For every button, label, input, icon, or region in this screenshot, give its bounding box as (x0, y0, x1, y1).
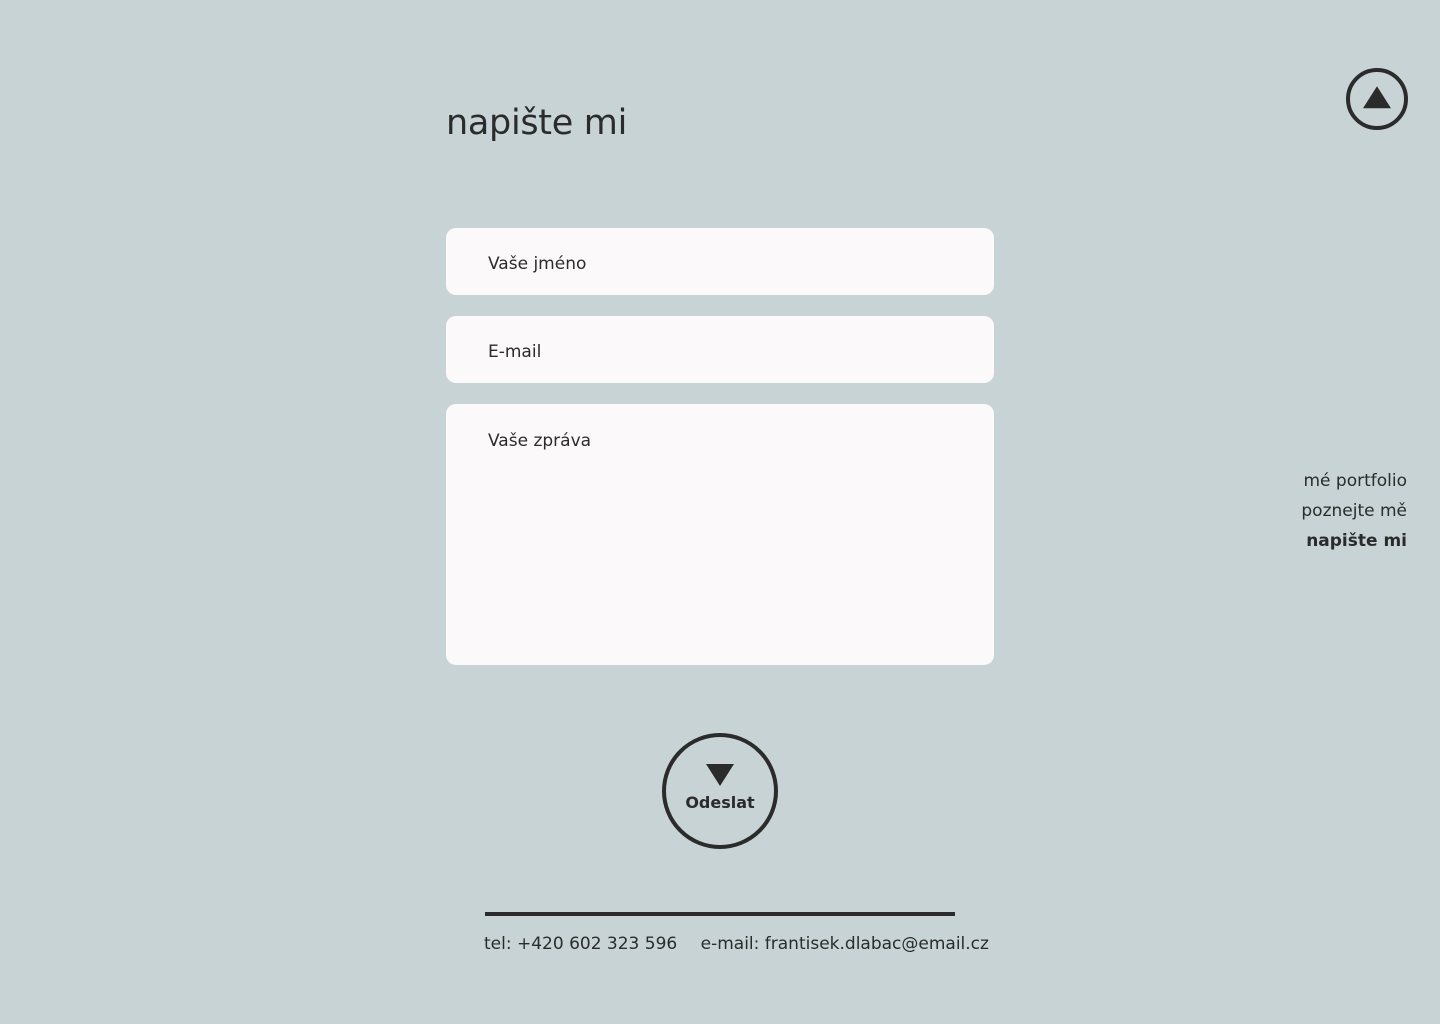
email-input[interactable] (446, 316, 994, 383)
footer-phone: tel: +420 602 323 596 (484, 934, 678, 954)
submit-button[interactable]: Odeslat (662, 733, 778, 849)
nav-item-contact[interactable]: napište mi (1301, 526, 1407, 556)
scroll-to-top-button[interactable] (1346, 68, 1408, 130)
footer-email: e-mail: frantisek.dlabac@email.cz (700, 934, 989, 954)
message-field-container (446, 404, 994, 665)
nav-item-portfolio[interactable]: mé portfolio (1301, 466, 1407, 496)
name-field-container (446, 228, 994, 295)
page-title: napište mi (446, 103, 628, 143)
submit-label: Odeslat (685, 793, 755, 812)
triangle-up-icon (1363, 86, 1391, 109)
side-nav: mé portfolio poznejte mě napište mi (1301, 466, 1407, 556)
name-input[interactable] (446, 228, 994, 295)
footer-divider (485, 912, 955, 916)
email-field-container (446, 316, 994, 383)
message-textarea[interactable] (446, 404, 994, 665)
triangle-down-icon (706, 764, 734, 786)
nav-item-about[interactable]: poznejte mě (1301, 496, 1407, 526)
footer-contact: tel: +420 602 323 596 e-mail: frantisek.… (484, 932, 989, 956)
